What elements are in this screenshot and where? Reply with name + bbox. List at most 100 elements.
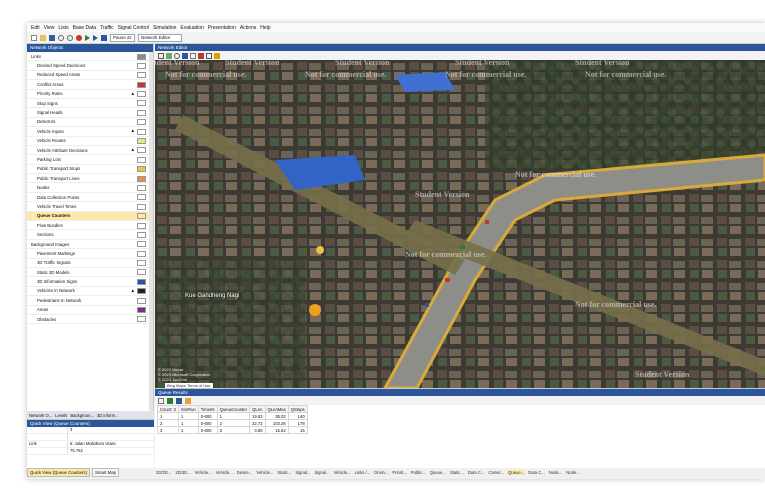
network-object-item[interactable]: Parking Lots	[27, 155, 150, 165]
color-swatch[interactable]	[137, 184, 146, 191]
column-header[interactable]: Count: 3	[157, 405, 179, 413]
quick-view-value[interactable]: 6: Jalan Malioboro Utara	[67, 441, 154, 447]
network-object-item[interactable]: Detectors	[27, 118, 150, 128]
pin-icon[interactable]: ▲	[131, 147, 135, 152]
column-header[interactable]: SimRun	[177, 405, 199, 413]
list-tab[interactable]: Queue...	[507, 470, 526, 475]
color-swatch[interactable]	[137, 231, 146, 238]
column-header[interactable]: TimeInt	[197, 405, 218, 413]
color-swatch[interactable]	[137, 316, 146, 323]
menu-item[interactable]: Simulation	[153, 25, 176, 31]
export-icon[interactable]	[167, 397, 173, 404]
color-swatch[interactable]	[137, 147, 146, 154]
color-swatch[interactable]	[137, 62, 146, 69]
column-header[interactable]: QLenMax	[264, 405, 289, 413]
quick-view-value[interactable]: 76.762	[67, 448, 154, 454]
menu-item[interactable]: Traffic	[100, 25, 114, 31]
network-object-item[interactable]: Stop Signs	[27, 99, 150, 109]
network-object-item[interactable]: Static 3D Models	[27, 268, 150, 278]
select-icon[interactable]	[158, 52, 164, 59]
color-icon[interactable]	[182, 52, 188, 59]
save-icon[interactable]	[49, 34, 55, 41]
bug-icon[interactable]	[76, 34, 82, 41]
play-icon[interactable]	[85, 34, 90, 41]
list-tab[interactable]: Signal...	[294, 470, 311, 475]
color-swatch[interactable]	[137, 100, 146, 107]
network-object-item[interactable]: Vehicle Travel Times	[27, 202, 150, 212]
color-swatch[interactable]	[137, 128, 146, 135]
network-object-item[interactable]: Links	[27, 52, 150, 62]
redo-icon[interactable]	[67, 34, 73, 41]
network-object-item[interactable]: Vehicle Attribute Decisions ▲	[27, 146, 150, 156]
network-object-item[interactable]: Desired Speed Decisions	[27, 61, 150, 71]
network-object-item[interactable]: Background Images	[27, 240, 150, 250]
list-tab[interactable]: 2D/3D...	[174, 470, 191, 475]
left-panel-tab[interactable]: 3D inform...	[97, 413, 119, 418]
network-object-item[interactable]: Vehicle Routes	[27, 137, 150, 146]
color-swatch[interactable]	[137, 260, 146, 267]
color-swatch[interactable]	[137, 203, 146, 210]
list-tab[interactable]: Static...	[276, 470, 292, 475]
menu-item[interactable]: Edit	[31, 25, 40, 31]
grid-icon[interactable]	[206, 52, 212, 59]
network-object-item[interactable]: Flow Bundles	[27, 221, 150, 231]
quick-view-tab[interactable]: Smart Map	[92, 468, 120, 477]
list-tab[interactable]: Data C...	[467, 470, 486, 475]
chart-icon[interactable]	[185, 397, 191, 404]
color-swatch[interactable]	[137, 72, 146, 79]
color-swatch[interactable]	[137, 307, 146, 314]
network-object-item[interactable]: Public Transport Stops	[27, 165, 150, 175]
list-tab[interactable]: Signal...	[313, 470, 330, 475]
sort-icon[interactable]	[176, 397, 182, 404]
color-swatch[interactable]	[137, 194, 146, 201]
color-swatch[interactable]	[137, 109, 146, 116]
pin-icon[interactable]: ▲	[131, 128, 135, 133]
pan-icon[interactable]	[166, 52, 172, 59]
undo-icon[interactable]	[58, 34, 64, 41]
network-object-item[interactable]: Conflict Areas	[27, 80, 150, 90]
list-tab[interactable]: Priorit...	[391, 470, 407, 475]
left-panel-tab[interactable]: Network O...	[29, 413, 52, 418]
pin-icon[interactable]: ▲	[131, 288, 135, 293]
menu-item[interactable]: Signal Control	[118, 25, 149, 31]
list-tab[interactable]: Vehicle...	[333, 470, 352, 475]
color-swatch[interactable]	[137, 91, 146, 98]
color-swatch[interactable]	[137, 166, 146, 173]
editor-mode-select[interactable]: Network Editor	[138, 33, 183, 42]
list-tab[interactable]: Data C...	[527, 470, 546, 475]
copy-icon[interactable]	[190, 52, 196, 59]
stop-icon[interactable]	[101, 34, 107, 41]
column-header[interactable]: QStops	[287, 405, 308, 413]
column-header[interactable]: QueueCounter	[216, 405, 251, 413]
color-swatch[interactable]	[137, 175, 146, 182]
list-tab[interactable]: Node...	[548, 470, 564, 475]
menu-item[interactable]: Lists	[58, 25, 68, 31]
color-swatch[interactable]	[137, 288, 146, 295]
network-object-item[interactable]: Pavement Markings	[27, 249, 150, 259]
network-object-item[interactable]: Vehicles In Network ▲	[27, 287, 150, 297]
color-swatch[interactable]	[137, 119, 146, 126]
pause-at-field[interactable]: Pause at:	[110, 33, 136, 42]
menu-item[interactable]: Help	[260, 25, 270, 31]
network-object-item[interactable]: Data Collection Points	[27, 193, 150, 203]
network-object-item[interactable]: Sections	[27, 230, 150, 240]
network-object-item[interactable]: 3D Traffic Signals	[27, 259, 150, 268]
network-object-item[interactable]: Vehicle Inputs ▲	[27, 127, 150, 137]
list-tab[interactable]: 2D/3D...	[155, 470, 172, 475]
open-folder-icon[interactable]	[40, 34, 46, 41]
color-swatch[interactable]	[137, 81, 146, 88]
color-swatch[interactable]	[137, 53, 146, 60]
network-object-item[interactable]: Reduced Speed Areas	[27, 71, 150, 81]
quick-view-tab[interactable]: Quick View (Queue Counters)	[27, 468, 90, 477]
list-tab[interactable]: Vehicle...	[255, 470, 274, 475]
color-swatch[interactable]	[137, 278, 146, 285]
network-object-item[interactable]: Queue Counters	[27, 211, 150, 222]
column-header[interactable]: QLen	[249, 405, 266, 413]
list-tab[interactable]: Queue...	[429, 470, 447, 475]
color-swatch[interactable]	[137, 222, 146, 229]
zoom-icon[interactable]	[174, 52, 180, 59]
menu-item[interactable]: Actions	[240, 25, 256, 31]
delete-icon[interactable]	[198, 52, 204, 59]
menu-item[interactable]: Evaluation	[180, 25, 203, 31]
list-tab[interactable]: Public...	[410, 470, 427, 475]
